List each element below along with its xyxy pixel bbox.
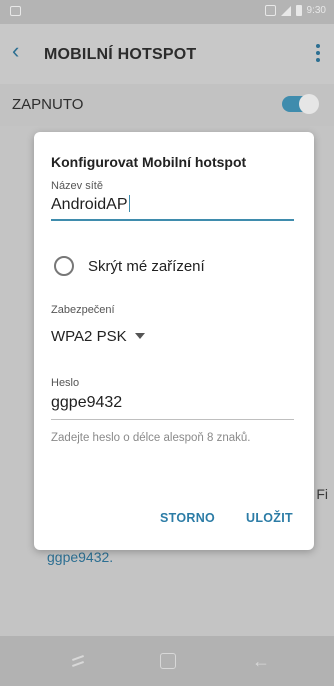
password-hint: Zadejte heslo o délce alespoň 8 znaků. — [51, 432, 251, 444]
page-title: MOBILNÍ HOTSPOT — [44, 46, 197, 63]
switch-label: ZAPNUTO — [12, 96, 84, 113]
hide-device-label[interactable]: Skrýt mé zařízení — [88, 258, 205, 275]
navigation-bar: ← — [0, 636, 334, 686]
network-name-value: AndroidAP — [51, 196, 128, 213]
network-name-underline — [51, 219, 294, 221]
security-value: WPA2 PSK — [51, 328, 127, 345]
network-name-input[interactable]: AndroidAP — [51, 195, 130, 214]
nfc-icon — [264, 5, 276, 16]
password-input[interactable]: ggpe9432 — [51, 394, 122, 412]
toggle-knob — [299, 94, 319, 114]
configure-hotspot-dialog: Konfigurovat Mobilní hotspot Název sítě … — [34, 132, 314, 550]
hide-device-radio[interactable] — [54, 256, 74, 276]
hotspot-toggle[interactable] — [282, 94, 319, 114]
battery-icon — [295, 5, 302, 16]
back-arrow-icon[interactable]: ‹ — [12, 40, 19, 62]
cancel-button[interactable]: STORNO — [160, 511, 215, 525]
security-label: Zabezpečení — [51, 304, 115, 316]
network-name-label: Název sítě — [51, 180, 103, 192]
nav-recents-icon[interactable] — [70, 653, 86, 669]
status-icons: 9:30 — [264, 5, 326, 16]
underlying-password: ggpe9432. — [47, 549, 114, 565]
signal-icon — [280, 5, 291, 16]
dialog-title: Konfigurovat Mobilní hotspot — [51, 154, 247, 170]
password-label: Heslo — [51, 377, 80, 389]
notification-icon — [10, 6, 21, 16]
app-bar: ‹ MOBILNÍ HOTSPOT — [0, 24, 334, 84]
status-time: 9:30 — [306, 5, 326, 16]
more-options-icon[interactable] — [316, 44, 320, 62]
hotspot-switch-row[interactable]: ZAPNUTO — [0, 84, 334, 126]
security-dropdown[interactable]: WPA2 PSK — [51, 328, 145, 345]
dropdown-caret-icon — [134, 333, 145, 339]
status-bar: 9:30 — [0, 0, 334, 24]
nav-home-icon[interactable] — [160, 653, 176, 669]
underlying-text: Fi — [316, 486, 328, 502]
save-button[interactable]: ULOŽIT — [246, 511, 293, 525]
nav-back-icon[interactable]: ← — [252, 652, 270, 670]
text-cursor — [128, 195, 130, 212]
password-underline — [51, 419, 294, 420]
